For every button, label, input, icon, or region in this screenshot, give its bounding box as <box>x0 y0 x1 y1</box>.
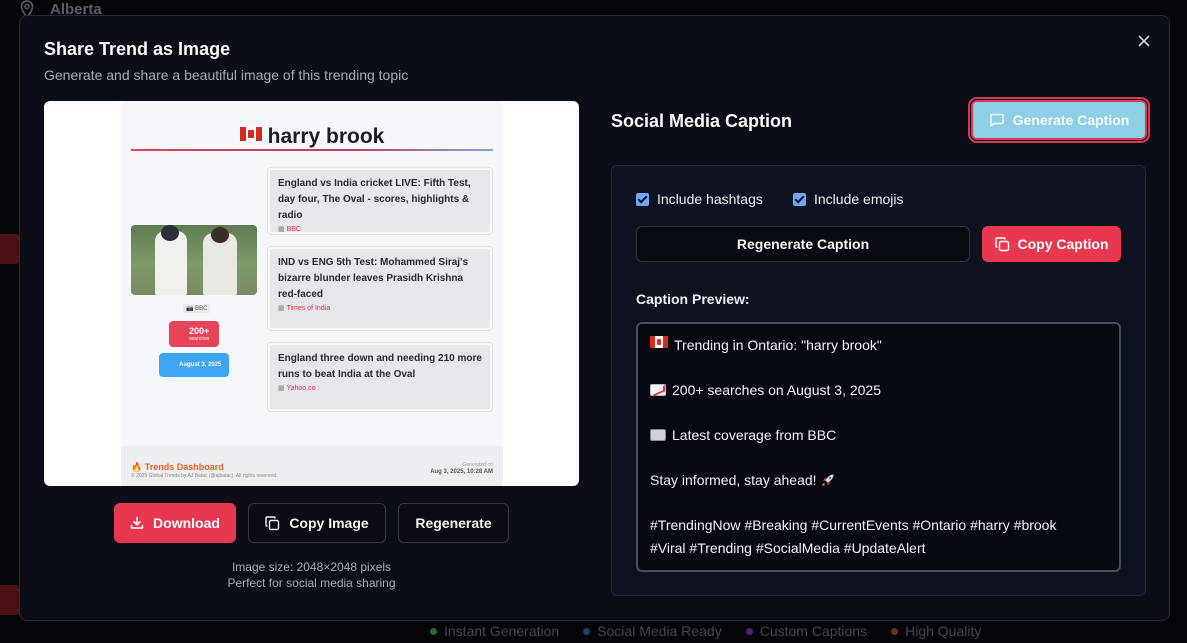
card-topic-title: harry brook <box>121 125 503 149</box>
regenerate-caption-label: Regenerate Caption <box>736 236 870 252</box>
searches-count: 200+ <box>189 326 210 336</box>
searches-badge: 200+ searches <box>169 321 219 347</box>
news-item: England vs India cricket LIVE: Fifth Tes… <box>268 168 492 234</box>
regenerate-caption-button[interactable]: Regenerate Caption <box>636 226 970 262</box>
copy-image-button[interactable]: Copy Image <box>248 503 386 543</box>
modal-title: Share Trend as Image <box>44 39 231 59</box>
caption-line: Stay informed, stay ahead! <box>650 469 1107 492</box>
footer-brand: 🔥 Trends Dashboard <box>131 462 224 472</box>
footer-date: Aug 3, 2025, 10:28 AM <box>430 469 493 475</box>
newspaper-icon <box>650 429 666 441</box>
news-title: IND vs ENG 5th Test: Mohammed Siraj's bi… <box>278 257 469 300</box>
purple-dot-icon <box>745 627 753 635</box>
feature-label: Instant Generation <box>444 623 560 639</box>
footer-copyright: © 2025 Global Trends by AJ Batac (@ajbat… <box>131 473 278 479</box>
message-icon <box>989 113 1004 127</box>
trend-image-preview: harry brook 📷 BBC 200+ searches August 3… <box>44 101 579 486</box>
searches-sub: searches <box>189 336 210 342</box>
caption-line: Latest coverage from BBC <box>650 424 1107 447</box>
hashtags-label: Include hashtags <box>657 191 763 207</box>
copy-icon <box>994 236 1009 251</box>
caption-panel: Include hashtags Include emojis Regenera… <box>611 165 1146 596</box>
feature-item: Social Media Ready <box>583 623 722 639</box>
chart-increasing-icon <box>650 384 666 396</box>
image-size-info: Image size: 2048×2048 pixels <box>231 560 392 574</box>
caption-hashtags: #TrendingNow #Breaking #CurrentEvents #O… <box>650 517 1057 533</box>
news-source: Times of India <box>278 304 482 312</box>
feature-label: High Quality <box>905 623 982 639</box>
download-button[interactable]: Download <box>114 503 236 543</box>
blue-dot-icon <box>583 627 591 635</box>
caption-preview-textbox[interactable]: Trending in Ontario: "harry brook" 200+ … <box>636 322 1121 572</box>
close-icon[interactable] <box>1135 32 1153 50</box>
trend-card: harry brook 📷 BBC 200+ searches August 3… <box>121 101 503 486</box>
download-label: Download <box>153 515 220 531</box>
background-red-tab <box>0 234 20 264</box>
card-footer: 🔥 Trends Dashboard © 2025 Global Trends … <box>121 446 503 486</box>
news-item: IND vs ENG 5th Test: Mohammed Siraj's bi… <box>268 247 492 330</box>
modal-subtitle: Generate and share a beautiful image of … <box>44 67 409 83</box>
orange-dot-icon <box>891 627 899 635</box>
photo-source: 📷 BBC <box>183 304 211 313</box>
image-usage-note: Perfect for social media sharing <box>227 576 396 590</box>
copy-caption-label: Copy Caption <box>1017 236 1109 252</box>
news-title: England three down and needing 210 more … <box>278 353 482 380</box>
caption-hashtags: #Viral #Trending #SocialMedia #UpdateAle… <box>650 540 926 556</box>
generate-caption-button[interactable]: Generate Caption <box>971 100 1147 140</box>
feature-list: Instant Generation Social Media Ready Cu… <box>430 623 981 639</box>
generate-caption-label: Generate Caption <box>1012 112 1130 128</box>
emojis-checkbox[interactable] <box>793 192 806 206</box>
footer-generated-label: Generated on <box>462 462 493 468</box>
caption-line: 200+ searches on August 3, 2025 <box>650 379 1107 402</box>
feature-item: Instant Generation <box>430 623 559 639</box>
rocket-icon <box>821 474 834 487</box>
news-source: Yahoo.co <box>278 384 482 392</box>
canada-flag-icon <box>239 127 262 141</box>
copy-icon <box>265 515 280 530</box>
background-red-tab <box>0 585 20 615</box>
copy-caption-button[interactable]: Copy Caption <box>982 226 1121 262</box>
feature-label: Social Media Ready <box>597 623 722 639</box>
caption-heading: Social Media Caption <box>611 111 793 131</box>
topic-text: harry brook <box>267 125 385 148</box>
include-emojis-option[interactable]: Include emojis <box>793 191 904 207</box>
regenerate-button[interactable]: Regenerate <box>398 503 509 543</box>
feature-item: Custom Captions <box>745 623 868 639</box>
news-source: BBC <box>278 225 482 233</box>
regenerate-label: Regenerate <box>415 515 492 531</box>
canada-flag-icon <box>650 336 668 348</box>
date-text: August 3, 2025 <box>179 362 222 368</box>
hashtags-checkbox[interactable] <box>636 192 649 206</box>
green-dot-icon <box>430 627 437 635</box>
copy-image-label: Copy Image <box>289 515 369 531</box>
date-badge: August 3, 2025 <box>159 353 229 377</box>
download-icon <box>130 516 144 529</box>
feature-item: High Quality <box>891 623 981 639</box>
news-item: England three down and needing 210 more … <box>268 343 492 411</box>
emojis-label: Include emojis <box>814 191 904 207</box>
caption-preview-label: Caption Preview: <box>636 291 750 307</box>
news-title: England vs India cricket LIVE: Fifth Tes… <box>278 178 471 221</box>
title-underline <box>131 149 493 151</box>
caption-line: Trending in Ontario: "harry brook" <box>650 334 1107 357</box>
share-trend-modal: Share Trend as Image Generate and share … <box>19 15 1170 621</box>
feature-label: Custom Captions <box>759 623 868 639</box>
news-photo <box>131 225 257 295</box>
include-hashtags-option[interactable]: Include hashtags <box>636 191 763 207</box>
